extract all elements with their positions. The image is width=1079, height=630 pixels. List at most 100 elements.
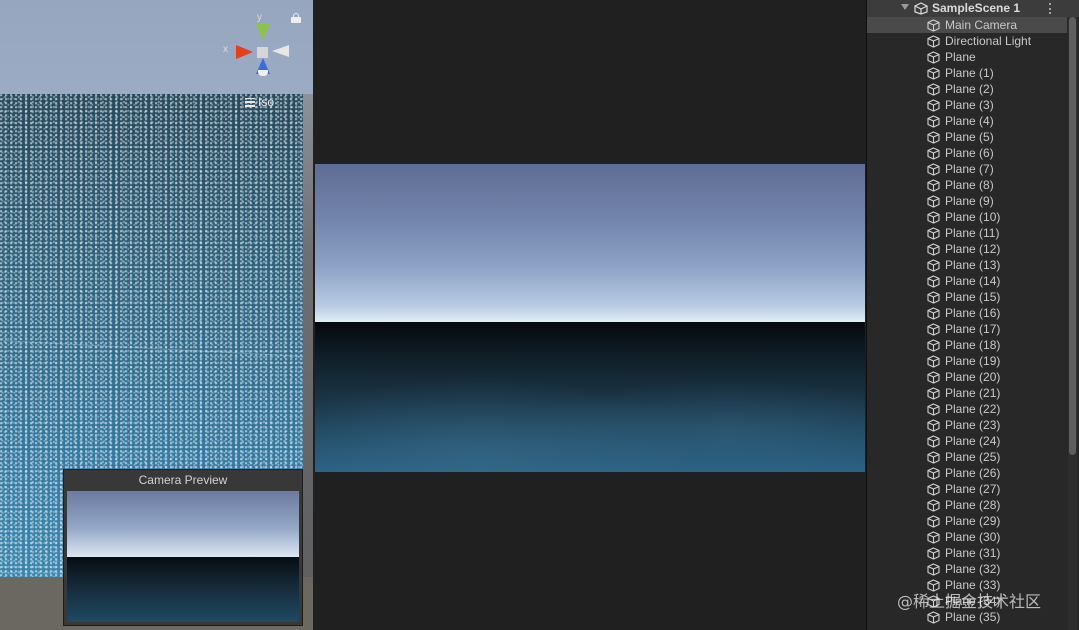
hierarchy-item[interactable]: Plane (28) bbox=[867, 497, 1067, 513]
lock-icon[interactable] bbox=[291, 13, 301, 23]
hierarchy-item-label: Plane (28) bbox=[945, 498, 1001, 512]
hierarchy-item[interactable]: Plane (15) bbox=[867, 289, 1067, 305]
scene-view[interactable]: y x Iso Camera Preview bbox=[0, 0, 313, 630]
hierarchy-item-label: Plane (8) bbox=[945, 178, 994, 192]
cube-icon bbox=[927, 307, 940, 320]
hierarchy-item[interactable]: Plane (19) bbox=[867, 353, 1067, 369]
hierarchy-item[interactable]: Plane (23) bbox=[867, 417, 1067, 433]
hierarchy-item[interactable]: Plane (10) bbox=[867, 209, 1067, 225]
hierarchy-item-label: Plane (11) bbox=[945, 226, 1000, 240]
hierarchy-item[interactable]: Plane (14) bbox=[867, 273, 1067, 289]
hierarchy-item[interactable]: Plane (13) bbox=[867, 257, 1067, 273]
hierarchy-item[interactable]: Plane (18) bbox=[867, 337, 1067, 353]
hierarchy-item[interactable]: Plane (2) bbox=[867, 81, 1067, 97]
hierarchy-item-label: Plane (4) bbox=[945, 114, 994, 128]
hierarchy-item-label: Plane (32) bbox=[945, 562, 1001, 576]
hierarchy-item[interactable]: Plane (12) bbox=[867, 241, 1067, 257]
hierarchy-scrollbar[interactable] bbox=[1068, 17, 1077, 630]
hierarchy-item[interactable]: Main Camera bbox=[867, 17, 1067, 33]
hierarchy-item[interactable]: Plane (32) bbox=[867, 561, 1067, 577]
game-sky bbox=[315, 164, 865, 322]
hierarchy-item-label: Plane (16) bbox=[945, 306, 1001, 320]
hierarchy-item[interactable]: Plane (20) bbox=[867, 369, 1067, 385]
cube-icon bbox=[927, 483, 940, 496]
cube-icon bbox=[927, 179, 940, 192]
hierarchy-item-label: Plane (12) bbox=[945, 242, 1001, 256]
cube-icon bbox=[927, 163, 940, 176]
cube-icon bbox=[927, 115, 940, 128]
hierarchy-item-label: Plane (7) bbox=[945, 162, 994, 176]
hierarchy-item[interactable]: Plane (8) bbox=[867, 177, 1067, 193]
unity-scene-icon bbox=[914, 2, 928, 15]
cube-icon bbox=[927, 563, 940, 576]
hierarchy-tree: Main Camera Directional Light Plane Plane (… bbox=[867, 17, 1067, 625]
projection-toggle[interactable]: Iso bbox=[245, 95, 274, 109]
hierarchy-item[interactable]: Plane (1) bbox=[867, 65, 1067, 81]
cube-icon bbox=[927, 531, 940, 544]
hierarchy-item-label: Plane (30) bbox=[945, 530, 1001, 544]
cube-icon bbox=[927, 387, 940, 400]
hierarchy-item-label: Plane (26) bbox=[945, 466, 1001, 480]
gizmo-negative-x-axis-cone[interactable] bbox=[272, 45, 289, 57]
hierarchy-item-label: Plane (3) bbox=[945, 98, 994, 112]
cube-icon bbox=[927, 51, 940, 64]
game-sea bbox=[315, 322, 865, 472]
hierarchy-item[interactable]: Plane bbox=[867, 49, 1067, 65]
more-vertical-icon[interactable] bbox=[1049, 3, 1052, 14]
hierarchy-item-label: Directional Light bbox=[945, 34, 1032, 48]
cube-icon bbox=[927, 371, 940, 384]
gizmo-x-label: x bbox=[223, 44, 228, 55]
hierarchy-item[interactable]: Plane (21) bbox=[867, 385, 1067, 401]
game-view[interactable] bbox=[313, 0, 866, 630]
gizmo-negative-z-axis-cone[interactable] bbox=[258, 70, 268, 76]
hierarchy-item-label: Plane (1) bbox=[945, 66, 994, 80]
camera-preview: Camera Preview bbox=[63, 469, 303, 626]
hierarchy-item-label: Plane (9) bbox=[945, 194, 994, 208]
hierarchy-item[interactable]: Plane (9) bbox=[867, 193, 1067, 209]
gizmo-x-axis-cone[interactable] bbox=[236, 45, 253, 59]
orientation-gizmo[interactable]: y x bbox=[222, 12, 298, 82]
gizmo-center-cube[interactable] bbox=[257, 47, 268, 58]
hierarchy-item[interactable]: Plane (29) bbox=[867, 513, 1067, 529]
hierarchy-item[interactable]: Plane (11) bbox=[867, 225, 1067, 241]
hierarchy-item-label: Plane (15) bbox=[945, 290, 1001, 304]
hierarchy-item[interactable]: Plane (5) bbox=[867, 129, 1067, 145]
hierarchy-item[interactable]: Plane (6) bbox=[867, 145, 1067, 161]
hierarchy-item-label: Plane (19) bbox=[945, 354, 1001, 368]
hierarchy-item-label: Plane (17) bbox=[945, 322, 1001, 336]
hierarchy-item-label: Plane (13) bbox=[945, 258, 1001, 272]
hierarchy-item[interactable]: Plane (27) bbox=[867, 481, 1067, 497]
cube-icon bbox=[927, 499, 940, 512]
cube-icon bbox=[927, 131, 940, 144]
watermark: @稀土掘金技术社区 bbox=[897, 592, 1042, 611]
hierarchy-item[interactable]: Plane (7) bbox=[867, 161, 1067, 177]
hierarchy-item[interactable]: Plane (25) bbox=[867, 449, 1067, 465]
hierarchy-item[interactable]: Plane (30) bbox=[867, 529, 1067, 545]
cube-icon bbox=[927, 147, 940, 160]
hierarchy-item[interactable]: Plane (3) bbox=[867, 97, 1067, 113]
chevron-down-icon[interactable] bbox=[901, 4, 909, 10]
scene-header[interactable]: SampleScene 1 bbox=[867, 0, 1079, 17]
hierarchy-item-label: Plane (23) bbox=[945, 418, 1001, 432]
hierarchy-item[interactable]: Plane (24) bbox=[867, 433, 1067, 449]
scene-name: SampleScene 1 bbox=[932, 1, 1021, 15]
projection-label: Iso bbox=[258, 95, 275, 109]
cube-icon bbox=[927, 195, 940, 208]
hierarchy-item[interactable]: Plane (17) bbox=[867, 321, 1067, 337]
hierarchy-item[interactable]: Plane (16) bbox=[867, 305, 1067, 321]
hierarchy-item[interactable]: Plane (4) bbox=[867, 113, 1067, 129]
hierarchy-item[interactable]: Plane (31) bbox=[867, 545, 1067, 561]
hierarchy-item-label: Plane (18) bbox=[945, 338, 1001, 352]
cube-icon bbox=[927, 419, 940, 432]
cube-icon bbox=[927, 275, 940, 288]
camera-preview-render bbox=[67, 491, 299, 622]
camera-preview-title: Camera Preview bbox=[138, 473, 228, 487]
gizmo-y-axis-cone[interactable] bbox=[256, 24, 270, 40]
hierarchy-item[interactable]: Plane (26) bbox=[867, 465, 1067, 481]
scrollbar-thumb[interactable] bbox=[1069, 17, 1076, 455]
cube-icon bbox=[927, 99, 940, 112]
hierarchy-item[interactable]: Directional Light bbox=[867, 33, 1067, 49]
hierarchy-item[interactable]: Plane (22) bbox=[867, 401, 1067, 417]
scene-horizon-fade bbox=[303, 94, 313, 630]
cube-icon bbox=[927, 211, 940, 224]
